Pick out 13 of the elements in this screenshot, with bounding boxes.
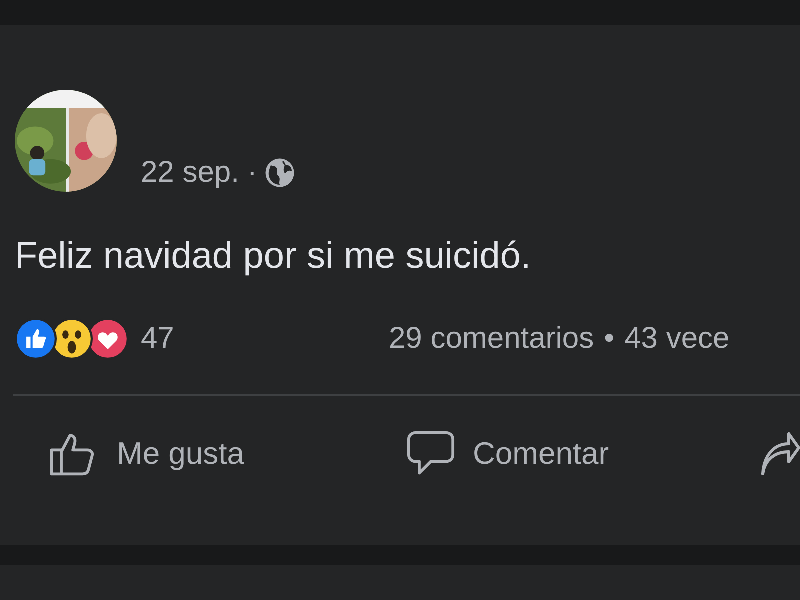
reaction-count[interactable]: 47: [141, 322, 174, 356]
like-button[interactable]: Me gusta: [49, 430, 405, 478]
globe-icon: [265, 158, 296, 188]
share-arrow-icon: [760, 430, 800, 478]
stat-link[interactable]: 43 vece: [624, 322, 730, 356]
stat-link[interactable]: 29 comentarios: [389, 322, 594, 356]
share-button[interactable]: [760, 430, 800, 478]
separator-dot: •: [604, 322, 615, 356]
comment-button[interactable]: Comentar: [405, 430, 760, 478]
like-reaction-icon: [15, 318, 57, 360]
post-date: 22 sep.: [141, 156, 240, 190]
separator-dot: ·: [247, 156, 258, 190]
post-text: Feliz navidad por si me suicidó.: [15, 234, 532, 278]
